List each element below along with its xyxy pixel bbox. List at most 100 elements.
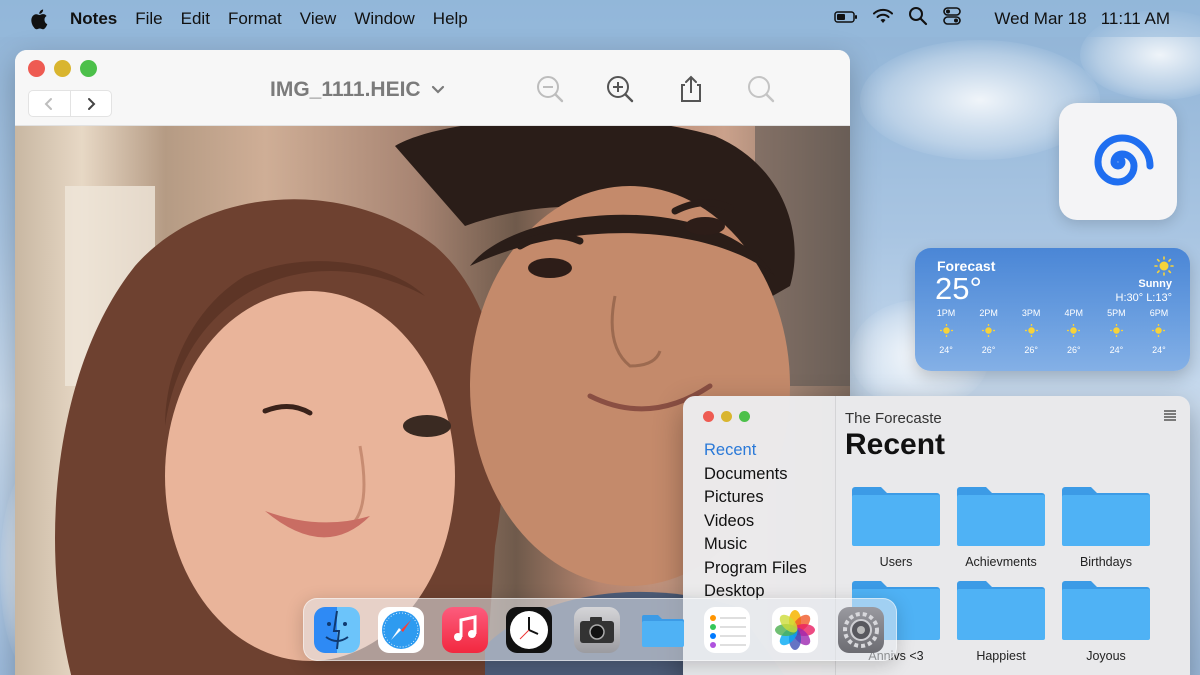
chevron-right-icon: [87, 97, 96, 110]
page-title: Recent: [845, 428, 946, 461]
forecast-hour-time: 3PM: [1021, 308, 1041, 318]
folder-happiest[interactable]: Happiest: [957, 580, 1045, 663]
reminders-icon[interactable]: [704, 607, 750, 653]
minimize-button[interactable]: [721, 411, 732, 422]
menu-view[interactable]: View: [300, 9, 337, 29]
forecast-hour: 6PM 24°: [1138, 308, 1180, 355]
forecast-hour: 4PM 26°: [1053, 308, 1095, 355]
photos-icon[interactable]: [772, 607, 818, 653]
sidebar-item-pictures[interactable]: Pictures: [704, 486, 807, 510]
list-view-icon[interactable]: [1164, 408, 1176, 426]
weather-condition: Sunny: [1138, 278, 1172, 290]
sidebar-item-documents[interactable]: Documents: [704, 463, 807, 487]
camera-icon[interactable]: [574, 607, 620, 653]
sun-icon: [1109, 324, 1123, 339]
window-controls: [703, 411, 750, 422]
chevron-left-icon: [44, 97, 53, 110]
window-controls: [28, 60, 97, 77]
sun-icon: [939, 324, 953, 339]
sidebar-item-music[interactable]: Music: [704, 533, 807, 557]
breadcrumb[interactable]: The Forecaste: [845, 410, 942, 427]
document-title[interactable]: IMG_1111.HEIC: [270, 78, 445, 102]
sidebar-item-videos[interactable]: Videos: [704, 510, 807, 534]
close-button[interactable]: [28, 60, 45, 77]
finder-icon[interactable]: [314, 607, 360, 653]
forecast-hour-temp: 26°: [1066, 345, 1081, 355]
clock-icon[interactable]: [506, 607, 552, 653]
dock: [303, 598, 897, 661]
sun-icon: [982, 324, 996, 339]
menu-app-name[interactable]: Notes: [70, 9, 117, 29]
forecast-hour-time: 2PM: [979, 308, 998, 318]
menu-bar: Notes File Edit Format View Window Help …: [0, 0, 1200, 37]
folder-label: Achievments: [965, 555, 1037, 569]
settings-icon[interactable]: [838, 607, 884, 653]
folder-birthdays[interactable]: Birthdays: [1062, 486, 1150, 569]
menu-format[interactable]: Format: [228, 9, 282, 29]
forecast-hour-time: 5PM: [1107, 308, 1126, 318]
close-button[interactable]: [703, 411, 714, 422]
spiral-app-icon[interactable]: [1059, 103, 1177, 220]
files-icon[interactable]: [640, 607, 686, 653]
folder-icon: [1062, 487, 1150, 546]
zoom-button[interactable]: [739, 411, 750, 422]
document-title-text: IMG_1111.HEIC: [270, 78, 421, 101]
forecast-hour-temp: 26°: [1024, 345, 1038, 355]
forecast-hour-temp: 24°: [1152, 345, 1166, 355]
minimize-button[interactable]: [54, 60, 71, 77]
menu-edit[interactable]: Edit: [181, 9, 210, 29]
forecast-hour: 3PM 26°: [1010, 308, 1052, 355]
menu-help[interactable]: Help: [433, 9, 468, 29]
hourly-forecast: 1PM 24° 2PM 26° 3PM 26° 4PM 26° 5PM 24° …: [925, 308, 1180, 355]
share-icon[interactable]: [676, 74, 706, 104]
folder-icon: [852, 487, 940, 546]
preview-toolbar: IMG_1111.HEIC: [15, 50, 850, 126]
forecast-hour-time: 6PM: [1149, 308, 1169, 318]
forecast-hour-time: 1PM: [936, 308, 956, 318]
apple-icon[interactable]: [30, 8, 52, 30]
sun-icon: [1152, 324, 1166, 339]
forecast-hour-temp: 24°: [939, 345, 953, 355]
forecast-hour: 5PM 24°: [1095, 308, 1137, 355]
search-icon[interactable]: [746, 74, 776, 104]
navigation-buttons: [28, 90, 112, 117]
forecast-hour: 2PM 26°: [968, 308, 1010, 355]
folder-label: Users: [879, 555, 913, 569]
menu-window[interactable]: Window: [354, 9, 414, 29]
folder-label: Happiest: [976, 649, 1026, 663]
zoom-in-icon[interactable]: [605, 74, 635, 104]
menu-file[interactable]: File: [135, 9, 162, 29]
control-center-icon[interactable]: [942, 6, 962, 31]
weather-widget[interactable]: Forecast 25° Sunny H:30° L:13° 1PM 24° 2…: [915, 248, 1190, 371]
zoom-button[interactable]: [80, 60, 97, 77]
menubar-time[interactable]: 11:11 AM: [1101, 9, 1170, 29]
zoom-out-icon[interactable]: [535, 74, 565, 104]
folder-icon: [957, 581, 1045, 640]
folder-joyous[interactable]: Joyous: [1062, 580, 1150, 663]
sun-icon: [1067, 324, 1081, 339]
weather-high-low: H:30° L:13°: [1115, 292, 1173, 304]
sun-icon: [1024, 324, 1038, 339]
forward-button[interactable]: [71, 91, 112, 116]
weather-temperature: 25°: [935, 271, 982, 306]
forecast-hour-temp: 26°: [981, 345, 996, 355]
forecast-hour-time: 4PM: [1064, 308, 1084, 318]
chevron-down-icon: [431, 85, 444, 94]
folder-label: Joyous: [1086, 649, 1126, 663]
sidebar-item-recent[interactable]: Recent: [704, 439, 807, 463]
spotlight-search-icon[interactable]: [908, 6, 928, 31]
safari-icon[interactable]: [378, 607, 424, 653]
forecast-hour-temp: 24°: [1109, 345, 1124, 355]
music-icon[interactable]: [442, 607, 488, 653]
wifi-icon[interactable]: [872, 8, 894, 29]
battery-icon[interactable]: [834, 9, 858, 29]
menubar-date[interactable]: Wed Mar 18: [994, 9, 1086, 29]
folder-label: Birthdays: [1079, 555, 1133, 569]
back-button[interactable]: [29, 91, 71, 116]
sidebar-item-program-files[interactable]: Program Files: [704, 557, 807, 581]
folder-achievments[interactable]: Achievments: [957, 486, 1045, 569]
folder-icon: [957, 487, 1045, 546]
folder-users[interactable]: Users: [852, 486, 940, 569]
folder-icon: [1062, 581, 1150, 640]
forecast-hour: 1PM 24°: [925, 308, 967, 355]
